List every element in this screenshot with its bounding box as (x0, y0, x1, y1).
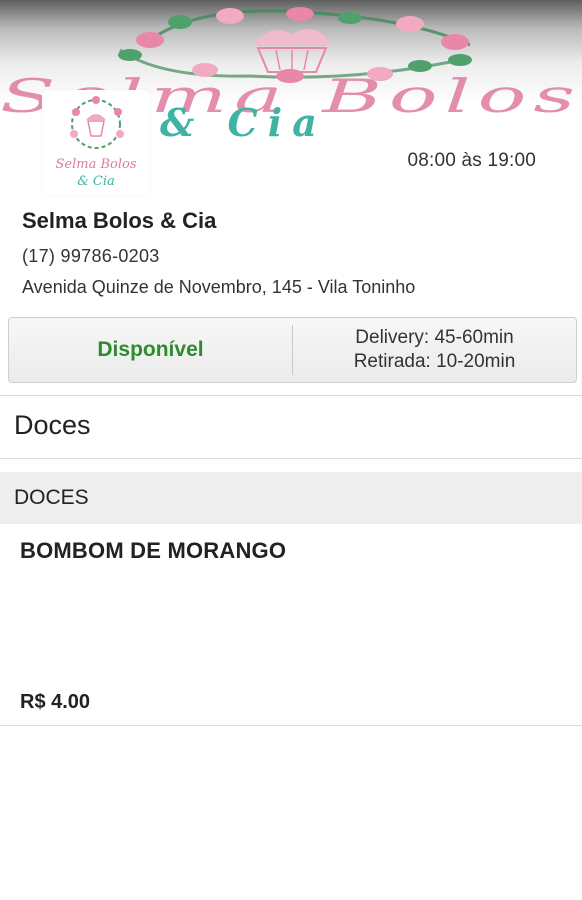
product-price: R$ 4.00 (20, 691, 91, 713)
store-address: Avenida Quinze de Novembro, 145 - Vila T… (22, 277, 416, 297)
divider-category (0, 458, 582, 459)
section-header: DOCES (0, 472, 582, 524)
pickup-time: Retirada: 10-20min (353, 351, 516, 372)
divider-product (0, 725, 582, 726)
status-panel: Disponível Delivery: 45-60min Retirada: … (8, 317, 577, 383)
logo-art: Selma Bolos & Cia (55, 96, 137, 189)
product-name: BOMBOM DE MORANGO (20, 538, 287, 563)
store-name: Selma Bolos & Cia (22, 208, 217, 233)
opening-hours: 08:00 às 19:00 (407, 150, 536, 171)
logo-text-line2: & Cia (77, 174, 115, 189)
banner-script-subtitle: & Cia (160, 100, 327, 140)
logo-text-line1: Selma Bolos (55, 157, 136, 172)
delivery-time: Delivery: 45-60min (355, 327, 514, 348)
availability-status: Disponível (97, 338, 204, 361)
store-logo: Selma Bolos & Cia (42, 90, 150, 196)
divider-top (0, 395, 582, 396)
store-phone[interactable]: (17) 99786-0203 (22, 246, 160, 267)
time-estimates: Delivery: 45-60min Retirada: 10-20min (293, 326, 576, 374)
section-title: DOCES (14, 486, 89, 509)
category-selector[interactable]: Doces (14, 410, 91, 441)
